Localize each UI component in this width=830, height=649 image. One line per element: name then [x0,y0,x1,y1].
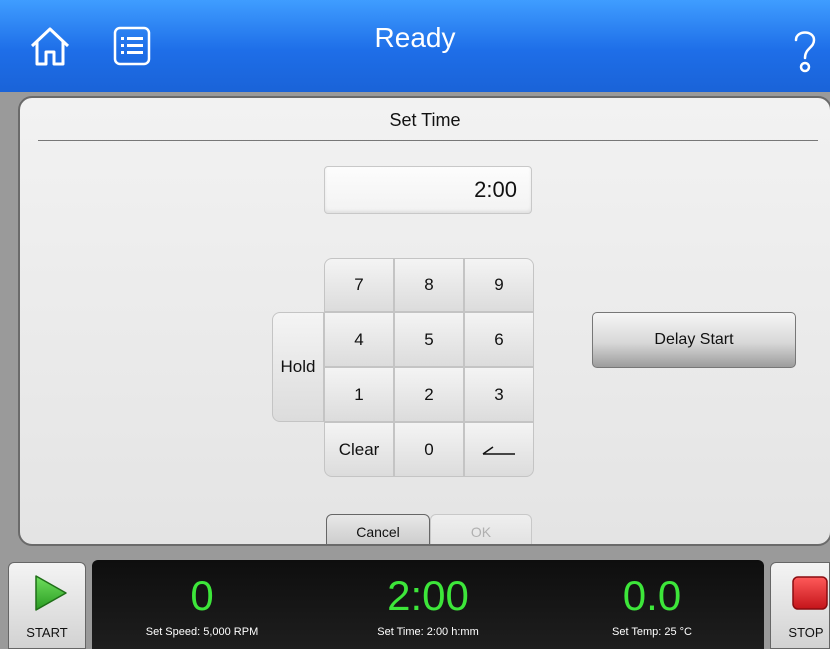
temp-label: Set Temp: 25 °C [611,626,692,638]
time-display: 2:00 [324,166,532,214]
key-2[interactable]: 2 [394,367,464,422]
key-5[interactable]: 5 [394,312,464,367]
speed-value: 0 [190,572,214,619]
time-display-value: 2:00 [474,177,517,202]
stop-icon [792,576,828,610]
speed-readout: 0 Set Speed: 5,000 RPM [112,572,292,638]
key-1[interactable]: 1 [324,367,394,422]
key-7[interactable]: 7 [324,258,394,312]
key-0[interactable]: 0 [394,422,464,477]
stop-button[interactable]: STOP [770,562,830,649]
key-3[interactable]: 3 [464,367,534,422]
start-button[interactable]: START [8,562,86,649]
play-icon [35,575,67,611]
panel-title: Set Time [389,110,461,130]
help-button[interactable] [790,26,820,74]
divider [38,140,818,141]
set-time-panel: Set Time 2:00 Hold 7 8 9 4 5 6 1 2 3 Cle… [18,96,830,546]
key-6[interactable]: 6 [464,312,534,367]
time-label: Set Time: 2:00 h:mm [377,626,479,638]
start-label: START [26,625,68,640]
speed-label: Set Speed: 5,000 RPM [145,626,259,638]
question-mark-icon [794,31,816,73]
key-8[interactable]: 8 [394,258,464,312]
status-title: Ready [374,22,456,53]
key-4[interactable]: 4 [324,312,394,367]
header-bar: Ready [0,0,830,92]
enter-arrow-icon [482,445,515,455]
ok-button[interactable]: OK [430,514,532,544]
time-value: 2:00 [387,572,469,619]
time-readout: 2:00 Set Time: 2:00 h:mm [338,572,518,638]
cancel-button[interactable]: Cancel [326,514,430,544]
stop-label: STOP [788,625,824,640]
temp-value: 0.0 [622,572,682,619]
delay-start-button[interactable]: Delay Start [592,312,796,368]
clear-button[interactable]: Clear [324,422,394,477]
temp-readout: 0.0 Set Temp: 25 °C [562,572,742,638]
enter-button[interactable] [464,422,534,477]
run-status-bar: 0 Set Speed: 5,000 RPM 2:00 Set Time: 2:… [92,560,764,649]
key-9[interactable]: 9 [464,258,534,312]
hold-button[interactable]: Hold [272,312,324,422]
